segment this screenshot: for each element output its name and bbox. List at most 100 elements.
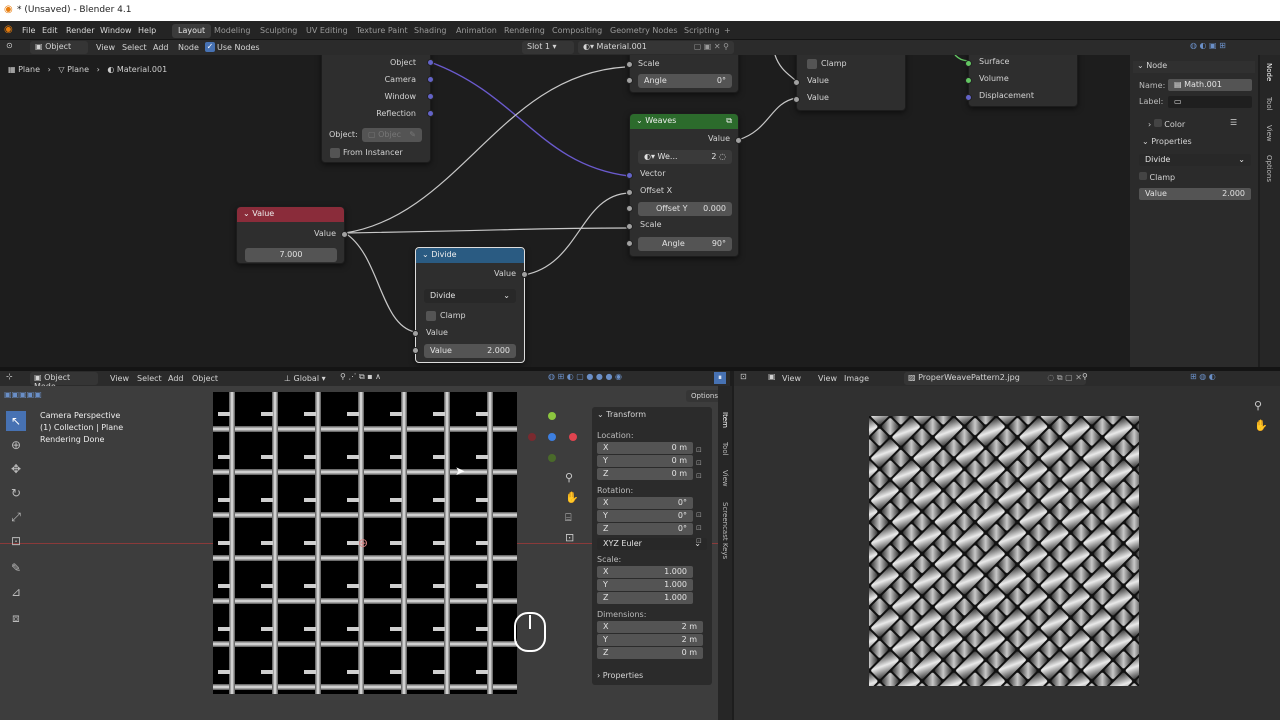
- hand-icon[interactable]: ✋: [565, 488, 579, 508]
- fake-user-icon[interactable]: 2 ◌: [711, 150, 726, 164]
- tab-animation[interactable]: Animation: [450, 24, 503, 38]
- volume-socket[interactable]: [965, 77, 972, 84]
- sidebar-tab-options[interactable]: Options: [1265, 155, 1273, 182]
- offset-y-socket[interactable]: [626, 205, 633, 212]
- viewport-tab-item[interactable]: Item: [721, 412, 729, 428]
- image-menu-view[interactable]: View: [818, 374, 837, 383]
- dimension-y[interactable]: Y 2 m: [597, 634, 703, 646]
- divide-node[interactable]: ⌄ Divide Value Divide ⌄ Clamp Value Value…: [412, 247, 528, 363]
- sidebar-tab-view[interactable]: View: [1265, 125, 1273, 142]
- location-z[interactable]: Z 0 m: [597, 468, 693, 480]
- value-node-header[interactable]: ⌄ Value: [237, 207, 344, 222]
- lock-icon[interactable]: ⊡: [565, 528, 579, 548]
- node-canvas[interactable]: Object Camera Window Reflection Object: …: [0, 55, 1127, 367]
- cursor-icon[interactable]: ⊕: [6, 435, 26, 455]
- menu-help[interactable]: Help: [138, 26, 156, 35]
- image-editor-type-icon[interactable]: ⊡: [740, 372, 747, 381]
- node-menu-select[interactable]: Select: [122, 43, 147, 52]
- slot-select[interactable]: Slot 1 ▾: [522, 41, 574, 54]
- tab-layout[interactable]: Layout: [172, 24, 212, 38]
- menu-file[interactable]: File: [22, 26, 35, 35]
- value-node[interactable]: ⌄ Value Value 7.000: [236, 206, 348, 264]
- divide-output-socket[interactable]: [521, 271, 528, 278]
- divide-value-field[interactable]: Value 2.000: [424, 344, 516, 358]
- image-actions-icon[interactable]: ◌ ⧉ ▢ ✕: [1047, 373, 1082, 383]
- breadcrumb-material[interactable]: Material.001: [117, 65, 167, 74]
- socket-camera[interactable]: [427, 76, 434, 83]
- tab-geometry-nodes[interactable]: Geometry Nodes: [604, 24, 683, 38]
- menu-window[interactable]: Window: [100, 26, 132, 35]
- sidebar-clamp[interactable]: Clamp: [1139, 172, 1175, 182]
- shader-type-select[interactable]: ▣ Object: [30, 41, 88, 54]
- gizmo-z[interactable]: [548, 433, 556, 441]
- tab-modeling[interactable]: Modeling: [208, 24, 256, 38]
- weaves-node[interactable]: ⌄ Weaves ⧉ Value ◐▾ We... 2 ◌ Vector Offse…: [626, 113, 742, 257]
- image-overlay-icon[interactable]: ⊞ ◍ ◐: [1190, 372, 1216, 381]
- rotation-z[interactable]: Z 0°: [597, 523, 693, 535]
- name-field[interactable]: ▤ Math.001: [1168, 79, 1252, 91]
- lock-icons[interactable]: ⊡ ⊡ ⊡ ⊡ ⊡ ⊡: [696, 444, 702, 548]
- tab-compositing[interactable]: Compositing: [546, 24, 608, 38]
- from-instancer-checkbox[interactable]: [330, 148, 340, 158]
- texture-coordinate-node[interactable]: Object Camera Window Reflection Object: …: [321, 55, 434, 163]
- options-button[interactable]: Options: [686, 390, 718, 402]
- top-angle-socket[interactable]: [626, 77, 633, 84]
- menu-edit[interactable]: Edit: [42, 26, 58, 35]
- top-angle-field[interactable]: Angle 0°: [638, 74, 732, 88]
- properties-subpanel[interactable]: › Properties: [597, 671, 643, 680]
- blender-menu-icon[interactable]: ◉: [4, 24, 13, 35]
- value-output-socket[interactable]: [341, 231, 348, 238]
- offset-y-field[interactable]: Offset Y 0.000: [638, 202, 732, 216]
- displacement-socket[interactable]: [965, 94, 972, 101]
- menu-render[interactable]: Render: [66, 26, 94, 35]
- node-menu-node[interactable]: Node: [178, 43, 199, 52]
- image-canvas[interactable]: ⚲ ✋: [734, 386, 1280, 720]
- scale-y[interactable]: Y 1.000: [597, 579, 693, 591]
- viewport-menu-object[interactable]: Object: [192, 374, 218, 383]
- mode-select[interactable]: ▣ Object Mode: [30, 372, 98, 391]
- color-checkbox[interactable]: [1153, 119, 1162, 127]
- gizmo-neg-y[interactable]: [548, 454, 556, 462]
- tab-sculpting[interactable]: Sculpting: [254, 24, 303, 38]
- sidebar-operation-select[interactable]: Divide ⌄: [1139, 154, 1251, 166]
- image-view-select[interactable]: View: [782, 374, 801, 383]
- node-group-icon[interactable]: ⧉: [726, 116, 732, 126]
- surface-socket[interactable]: [965, 60, 972, 67]
- material-output-node[interactable]: Surface Volume Displacement: [965, 55, 1078, 107]
- node-menu-view[interactable]: View: [96, 43, 115, 52]
- location-x[interactable]: X 0 m: [597, 442, 693, 454]
- properties-panel[interactable]: ⌄ Properties: [1142, 137, 1192, 146]
- breadcrumb-object[interactable]: Plane: [18, 65, 40, 74]
- scale-z[interactable]: Z 1.000: [597, 592, 693, 604]
- select-box-icon[interactable]: ▣▣▣▣▣: [4, 390, 42, 399]
- socket-window[interactable]: [427, 93, 434, 100]
- transform-header[interactable]: ⌄ Transform: [597, 410, 646, 419]
- collapse-icon[interactable]: ⌄: [243, 209, 252, 218]
- weaves-angle-socket[interactable]: [626, 240, 633, 247]
- editor-type-icon[interactable]: ⊹: [6, 372, 13, 381]
- hand-icon[interactable]: ✋: [1254, 416, 1268, 436]
- math-clamp-checkbox[interactable]: [807, 59, 817, 69]
- transform-icon[interactable]: ⊡: [6, 531, 26, 551]
- viewport-tab-screencast-keys[interactable]: Screencast Keys: [721, 502, 729, 559]
- scale-icon[interactable]: ⤢: [6, 507, 26, 527]
- tab-shading[interactable]: Shading: [408, 24, 453, 38]
- collapse-icon[interactable]: ⌄: [422, 250, 431, 259]
- vector-socket[interactable]: [626, 172, 633, 179]
- math-value2-socket[interactable]: [793, 96, 800, 103]
- value-field[interactable]: 7.000: [245, 248, 337, 262]
- viewport-menu-view[interactable]: View: [110, 374, 129, 383]
- offset-x-socket[interactable]: [626, 189, 633, 196]
- sidebar-value-field[interactable]: Value 2.000: [1139, 188, 1251, 200]
- viewport-shading-icon[interactable]: ◍ ⊞ ◐ ▢ ● ● ● ◉: [548, 372, 622, 381]
- math-value1-socket[interactable]: [793, 79, 800, 86]
- tab-rendering[interactable]: Rendering: [498, 24, 551, 38]
- scale-x[interactable]: X 1.000: [597, 566, 693, 578]
- pause-render-icon[interactable]: ⏸: [714, 372, 726, 384]
- viewport-menu-select[interactable]: Select: [137, 374, 162, 383]
- gizmo-icon[interactable]: [528, 412, 577, 464]
- color-panel[interactable]: › Color: [1148, 119, 1185, 129]
- socket-reflection[interactable]: [427, 110, 434, 117]
- image-select[interactable]: ▨ ProperWeavePattern2.jpg ◌ ⧉ ▢ ✕: [904, 372, 1086, 385]
- divide-input-socket[interactable]: [412, 330, 419, 337]
